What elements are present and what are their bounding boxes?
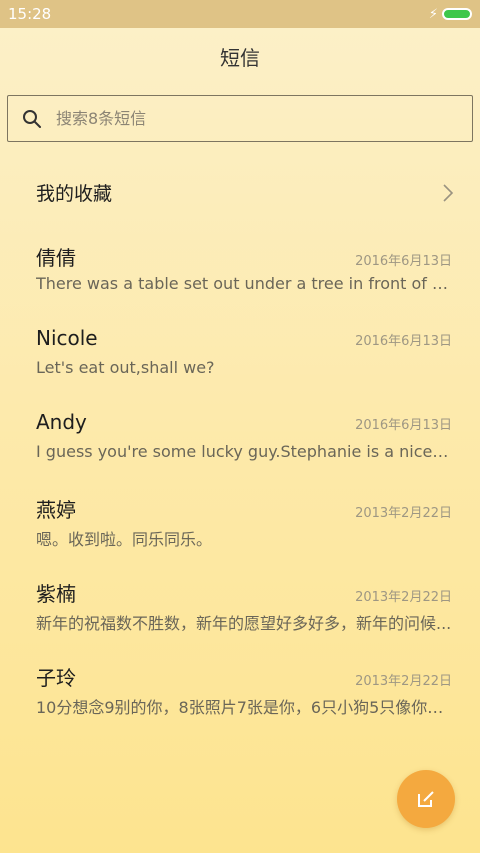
search-input[interactable] <box>54 108 438 129</box>
search-icon <box>23 109 41 128</box>
conversation-item[interactable]: 子玲 2013年2月22日 10分想念9别的你，8张照片7张是你，6只小狗5只像… <box>0 662 480 746</box>
page-title: 短信 <box>220 46 260 70</box>
contact-name: 倩倩 <box>36 246 76 270</box>
contact-name: Andy <box>36 410 87 434</box>
conversation-item[interactable]: 紫楠 2013年2月22日 新年的祝福数不胜数，新年的愿望好多好多，新年的问候.… <box>0 578 480 662</box>
message-date: 2016年6月13日 <box>355 334 452 349</box>
chevron-right-icon <box>443 183 454 202</box>
status-indicators: ⚡ <box>429 7 472 22</box>
compose-icon <box>418 791 434 807</box>
compose-button[interactable] <box>397 770 455 828</box>
charging-icon: ⚡ <box>428 6 438 22</box>
favorites-label: 我的收藏 <box>36 183 113 205</box>
message-date: 2013年2月22日 <box>355 674 452 689</box>
message-preview: 10分想念9别的你，8张照片7张是你，6只小狗5只像你，4... <box>36 698 452 717</box>
contact-name: 子玲 <box>36 666 76 690</box>
message-date: 2013年2月22日 <box>355 506 452 521</box>
message-date: 2013年2月22日 <box>355 590 452 605</box>
contact-name: 紫楠 <box>36 582 76 606</box>
message-preview: 新年的祝福数不胜数，新年的愿望好多好多，新年的问候... <box>36 614 452 633</box>
search-bar[interactable] <box>7 95 473 142</box>
favorites-row[interactable]: 我的收藏 <box>0 165 480 220</box>
conversation-item[interactable]: Andy 2016年6月13日 I guess you're some luck… <box>0 410 480 494</box>
message-date: 2016年6月13日 <box>355 254 452 269</box>
status-time: 15:28 <box>8 5 52 23</box>
status-bar: 15:28 ⚡ <box>0 0 480 28</box>
message-preview: There was a table set out under a tree i… <box>36 274 452 293</box>
conversation-list: 倩倩 2016年6月13日 There was a table set out … <box>0 242 480 746</box>
contact-name: Nicole <box>36 326 98 350</box>
conversation-item[interactable]: 倩倩 2016年6月13日 There was a table set out … <box>0 242 480 326</box>
message-preview: Let's eat out,shall we? <box>36 358 215 377</box>
message-preview: I guess you're some lucky guy.Stephanie … <box>36 442 452 461</box>
message-preview: 嗯。收到啦。同乐同乐。 <box>36 530 213 549</box>
battery-icon <box>442 8 472 20</box>
contact-name: 燕婷 <box>36 498 76 522</box>
conversation-item[interactable]: 燕婷 2013年2月22日 嗯。收到啦。同乐同乐。 <box>0 494 480 578</box>
message-date: 2016年6月13日 <box>355 418 452 433</box>
conversation-item[interactable]: Nicole 2016年6月13日 Let's eat out,shall we… <box>0 326 480 410</box>
